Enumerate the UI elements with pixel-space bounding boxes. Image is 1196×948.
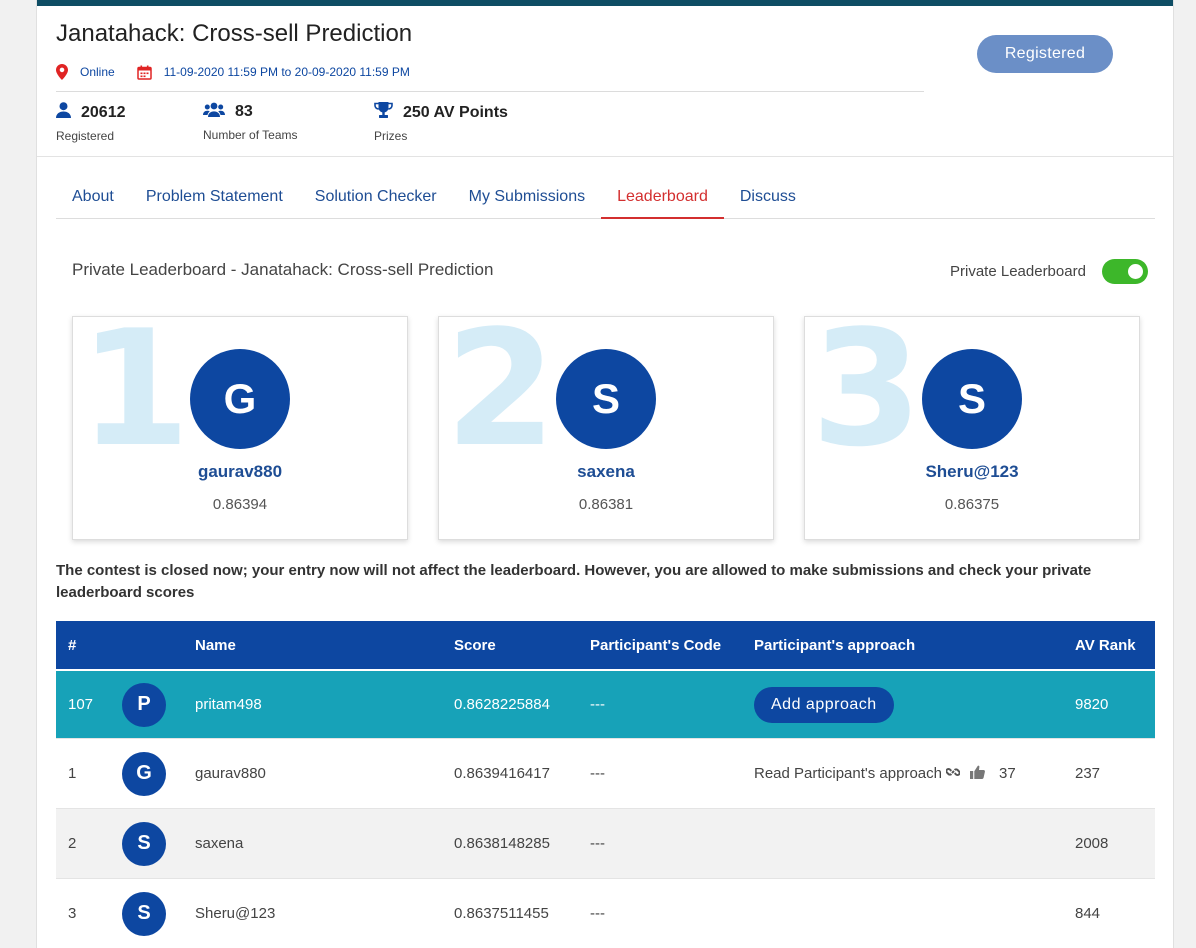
private-leaderboard-toggle-group: Private Leaderboard — [950, 259, 1148, 284]
contest-title: Janatahack: Cross-sell Prediction — [56, 20, 413, 47]
row-avatar: P — [122, 671, 166, 738]
stat-value: 250 AV Points — [403, 103, 508, 121]
row-rank: 3 — [68, 905, 77, 922]
tab-solution-checker[interactable]: Solution Checker — [299, 175, 453, 219]
contest-dates: 11-09-2020 11:59 PM to 20-09-2020 11:59 … — [163, 65, 410, 79]
row-av-rank: 237 — [1075, 765, 1101, 782]
tab-problem-statement[interactable]: Problem Statement — [130, 175, 299, 219]
header-rank: # — [68, 636, 77, 654]
stat-label: Prizes — [374, 129, 408, 143]
header-score: Score — [454, 636, 496, 654]
registered-button[interactable]: Registered — [977, 35, 1113, 73]
row-avatar: S — [122, 879, 166, 948]
divider — [56, 91, 924, 92]
header-av-rank: AV Rank — [1075, 636, 1136, 654]
avatar: P — [122, 682, 166, 727]
header-name: Name — [195, 636, 236, 654]
top-accent-bar — [37, 0, 1173, 6]
likes-count: 37 — [998, 765, 1016, 782]
read-approach-link[interactable]: Read Participant's approach 37 — [754, 765, 1016, 783]
table-row: 1 G gaurav880 0.8639416417 --- Read Part… — [56, 739, 1155, 809]
stat-registered: 20612 Registered — [56, 102, 126, 143]
row-name[interactable]: Sheru@123 — [195, 879, 275, 948]
stat-value: 20612 — [81, 103, 126, 121]
avatar: G — [190, 349, 290, 449]
podium-rank-number: 2 — [445, 316, 557, 482]
users-icon — [203, 102, 225, 122]
avatar: S — [122, 821, 166, 866]
header-code: Participant's Code — [590, 636, 722, 654]
avatar: S — [922, 349, 1022, 449]
thumbs-up-icon[interactable] — [969, 765, 985, 783]
add-approach-button[interactable]: Add approach — [754, 686, 894, 723]
read-approach-label: Read Participant's approach — [754, 765, 942, 782]
contest-card: Janatahack: Cross-sell Prediction Online… — [36, 0, 1174, 948]
podium-score: 0.86375 — [944, 496, 1000, 513]
row-score: 0.8637511455 — [454, 905, 549, 922]
header-approach: Participant's approach — [754, 636, 916, 654]
row-av-rank: 844 — [1075, 905, 1101, 922]
stat-prizes: 250 AV Points Prizes — [374, 102, 508, 143]
table-row-current-user: 107 P pritam498 0.8628225884 --- Add app… — [56, 669, 1155, 739]
avatar: S — [556, 349, 656, 449]
avatar: G — [122, 751, 166, 796]
location-text: Online — [80, 65, 115, 79]
row-score: 0.8638148285 — [454, 835, 550, 852]
row-code: --- — [590, 835, 605, 852]
link-icon — [945, 765, 961, 783]
toggle-knob — [1127, 264, 1143, 279]
row-av-rank: 9820 — [1075, 696, 1109, 713]
row-rank: 1 — [68, 765, 77, 782]
private-leaderboard-toggle[interactable] — [1101, 259, 1148, 284]
row-code: --- — [590, 765, 605, 782]
tab-my-submissions[interactable]: My Submissions — [453, 175, 601, 219]
contest-meta: Online 11-09-2020 11:59 PM to 20-09-2020… — [56, 64, 410, 80]
podium-score: 0.86394 — [212, 496, 268, 513]
avatar: S — [122, 891, 166, 936]
tab-leaderboard[interactable]: Leaderboard — [601, 175, 724, 219]
tab-discuss[interactable]: Discuss — [724, 175, 812, 219]
podium-username[interactable]: gaurav880 — [73, 462, 407, 482]
calendar-icon — [136, 65, 152, 80]
podium-username[interactable]: saxena — [439, 462, 773, 482]
stat-label: Registered — [56, 129, 115, 143]
trophy-icon — [374, 102, 393, 123]
podium-rank-number: 3 — [811, 316, 923, 482]
row-code: --- — [590, 905, 605, 922]
row-rank: 2 — [68, 835, 77, 852]
podium-username[interactable]: Sheru@123 — [805, 462, 1139, 482]
row-approach: Add approach — [754, 671, 894, 738]
toggle-label: Private Leaderboard — [950, 263, 1086, 280]
tab-about[interactable]: About — [56, 175, 130, 219]
table-row: 3 S Sheru@123 0.8637511455 --- 844 — [56, 879, 1155, 948]
podium-rank-number: 1 — [79, 316, 191, 482]
podium-card-2: 2 S saxena 0.86381 — [438, 316, 774, 540]
divider — [37, 156, 1173, 157]
stat-teams: 83 Number of Teams — [203, 102, 297, 142]
contest-closed-notice: The contest is closed now; your entry no… — [56, 562, 1092, 601]
podium-card-1: 1 G gaurav880 0.86394 — [72, 316, 408, 540]
stat-label: Number of Teams — [203, 128, 298, 142]
row-av-rank: 2008 — [1075, 835, 1109, 852]
user-icon — [56, 102, 71, 123]
contest-tabs: About Problem Statement Solution Checker… — [56, 175, 1155, 219]
leaderboard-table: # Name Score Participant's Code Particip… — [56, 621, 1155, 948]
row-code: --- — [590, 696, 605, 713]
leaderboard-title: Private Leaderboard - Janatahack: Cross-… — [72, 260, 494, 279]
table-row: 2 S saxena 0.8638148285 --- 2008 — [56, 809, 1155, 879]
row-approach: Read Participant's approach 37 — [754, 739, 1016, 808]
row-name[interactable]: saxena — [195, 809, 243, 878]
row-avatar: S — [122, 809, 166, 878]
row-score: 0.8639416417 — [454, 765, 550, 782]
stat-value: 83 — [235, 103, 253, 120]
table-header: # Name Score Participant's Code Particip… — [56, 621, 1155, 669]
row-name[interactable]: gaurav880 — [195, 739, 266, 808]
row-score: 0.8628225884 — [454, 696, 550, 713]
row-avatar: G — [122, 739, 166, 808]
row-rank: 107 — [68, 696, 94, 713]
row-name[interactable]: pritam498 — [195, 671, 262, 738]
podium-card-3: 3 S Sheru@123 0.86375 — [804, 316, 1140, 540]
podium-score: 0.86381 — [578, 496, 634, 513]
location-pin-icon — [56, 64, 68, 80]
